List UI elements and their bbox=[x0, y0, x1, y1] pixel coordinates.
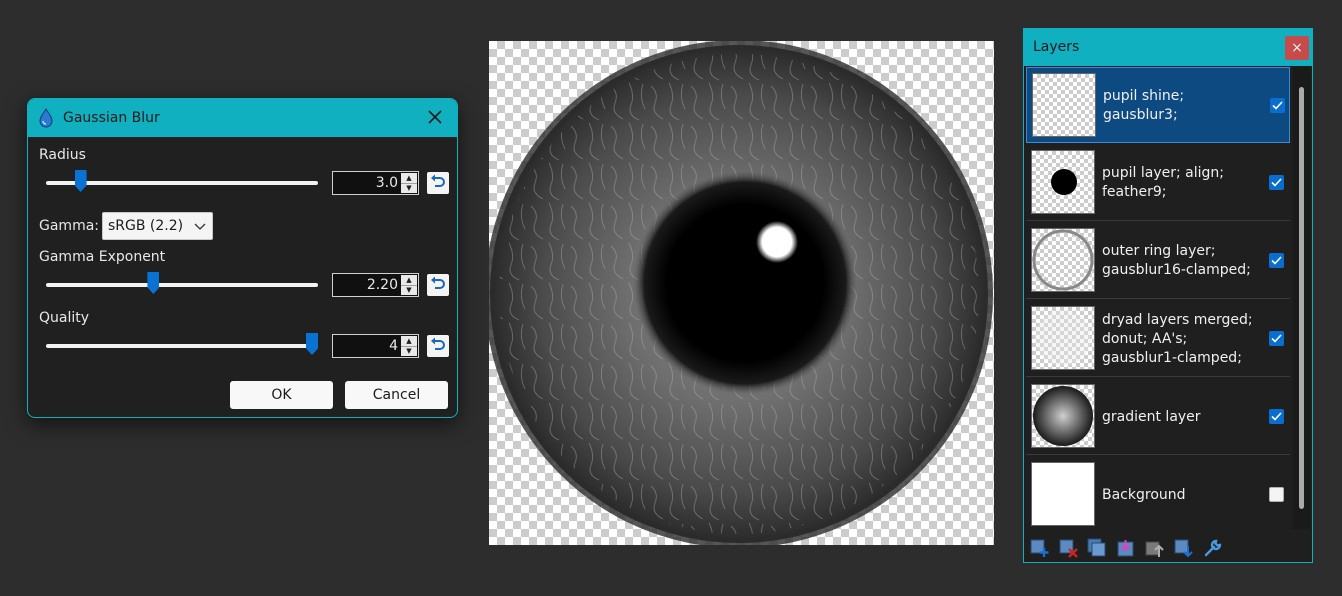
water-drop-icon bbox=[39, 108, 53, 128]
quality-reset-button[interactable] bbox=[427, 335, 449, 357]
layer-item-pupil-layer[interactable]: pupil layer; align; feather9; bbox=[1026, 145, 1290, 221]
layer-thumbnail bbox=[1031, 462, 1095, 526]
layers-titlebar[interactable]: Layers × bbox=[1024, 29, 1312, 66]
cancel-button[interactable]: Cancel bbox=[345, 381, 448, 409]
duplicate-layer-icon[interactable] bbox=[1087, 538, 1107, 558]
layer-thumbnail bbox=[1031, 384, 1095, 448]
layers-close-button[interactable]: × bbox=[1285, 36, 1309, 60]
gamma-label: Gamma: bbox=[39, 218, 99, 234]
layer-item-background[interactable]: Background bbox=[1026, 457, 1290, 533]
layer-name: gradient layer bbox=[1102, 408, 1201, 425]
quality-decrement-button[interactable]: ▼ bbox=[401, 346, 417, 356]
gamma-selected-value: sRGB (2.2) bbox=[108, 218, 184, 234]
layer-visibility-checkbox[interactable] bbox=[1269, 253, 1284, 268]
radius-reset-button[interactable] bbox=[427, 172, 449, 194]
gamma-exponent-value: 2.20 bbox=[366, 277, 398, 293]
checkmark-icon bbox=[1271, 256, 1282, 265]
checkmark-icon bbox=[1271, 334, 1282, 343]
gaussian-blur-dialog: Gaussian Blur Radius 3.0 ▲ ▼ Gamma: sRGB… bbox=[27, 98, 458, 418]
quality-label: Quality bbox=[39, 310, 90, 326]
layer-name: pupil layer; align; feather9; bbox=[1102, 165, 1225, 200]
reset-arrow-icon bbox=[431, 174, 445, 187]
layer-thumbnail bbox=[1031, 306, 1095, 370]
layer-item-dryad-merged[interactable]: dryad layers merged; donut; AA's; gausbl… bbox=[1026, 301, 1290, 377]
layer-thumbnail bbox=[1031, 228, 1095, 292]
chevron-down-icon bbox=[194, 223, 206, 230]
close-icon bbox=[428, 110, 442, 124]
radius-label: Radius bbox=[39, 147, 86, 163]
layers-list: pupil shine; gausblur3; pupil layer; ali… bbox=[1026, 67, 1290, 529]
layer-properties-icon[interactable] bbox=[1203, 538, 1223, 558]
layer-visibility-checkbox[interactable] bbox=[1269, 331, 1284, 346]
layer-item-pupil-shine[interactable]: pupil shine; gausblur3; bbox=[1026, 67, 1290, 143]
layer-visibility-checkbox[interactable] bbox=[1269, 409, 1284, 424]
add-layer-icon[interactable] bbox=[1030, 538, 1050, 558]
delete-layer-icon[interactable] bbox=[1059, 538, 1079, 558]
merge-layer-down-icon[interactable] bbox=[1116, 538, 1136, 558]
reset-arrow-icon bbox=[431, 337, 445, 350]
layers-panel: Layers × pupil shine; gausblur3; pupil l… bbox=[1023, 28, 1313, 563]
gamma-exponent-slider[interactable] bbox=[46, 283, 318, 287]
move-layer-up-icon[interactable] bbox=[1145, 538, 1165, 558]
checkmark-icon bbox=[1271, 412, 1282, 421]
layer-thumbnail bbox=[1032, 73, 1096, 137]
move-layer-down-icon[interactable] bbox=[1174, 538, 1194, 558]
ok-button[interactable]: OK bbox=[230, 381, 333, 409]
gamma-exponent-decrement-button[interactable]: ▼ bbox=[401, 285, 417, 295]
dialog-close-button[interactable] bbox=[425, 107, 445, 127]
layer-thumbnail bbox=[1031, 150, 1095, 214]
gamma-exponent-label: Gamma Exponent bbox=[39, 249, 166, 265]
layers-toolbar bbox=[1024, 531, 1312, 562]
gamma-exponent-reset-button[interactable] bbox=[427, 274, 449, 296]
dialog-titlebar[interactable]: Gaussian Blur bbox=[28, 99, 457, 137]
pupil-shine bbox=[756, 221, 798, 263]
layers-scrollbar-thumb[interactable] bbox=[1299, 87, 1304, 509]
layers-title: Layers bbox=[1033, 39, 1080, 55]
gamma-exponent-spinbox[interactable]: 2.20 ▲ ▼ bbox=[332, 273, 419, 297]
radius-slider[interactable] bbox=[46, 181, 318, 185]
layer-name: outer ring layer; gausblur16-clamped; bbox=[1102, 243, 1251, 278]
layer-name: dryad layers merged; donut; AA's; gausbl… bbox=[1102, 311, 1253, 366]
layer-item-gradient[interactable]: gradient layer bbox=[1026, 379, 1290, 455]
radius-value: 3.0 bbox=[375, 175, 398, 191]
eye-iris-image bbox=[489, 41, 993, 545]
gamma-select[interactable]: sRGB (2.2) bbox=[102, 212, 213, 240]
checkmark-icon bbox=[1272, 101, 1283, 110]
layer-visibility-checkbox[interactable] bbox=[1269, 487, 1284, 502]
image-canvas[interactable] bbox=[489, 41, 994, 545]
dialog-title: Gaussian Blur bbox=[63, 110, 160, 126]
layer-name: pupil shine; gausblur3; bbox=[1103, 88, 1185, 123]
quality-slider-thumb[interactable] bbox=[306, 333, 318, 355]
layer-visibility-checkbox[interactable] bbox=[1270, 98, 1285, 113]
layers-scrollbar[interactable] bbox=[1293, 67, 1310, 529]
quality-slider[interactable] bbox=[46, 344, 318, 348]
quality-spinbox[interactable]: 4 ▲ ▼ bbox=[332, 334, 419, 358]
quality-value: 4 bbox=[389, 338, 398, 354]
layer-name: Background bbox=[1102, 486, 1186, 503]
radius-spinbox[interactable]: 3.0 ▲ ▼ bbox=[332, 171, 419, 195]
reset-arrow-icon bbox=[431, 276, 445, 289]
pupil-circle bbox=[633, 171, 857, 395]
gamma-exponent-slider-thumb[interactable] bbox=[147, 272, 160, 294]
layer-item-outer-ring[interactable]: outer ring layer; gausblur16-clamped; bbox=[1026, 223, 1290, 299]
checkmark-icon bbox=[1271, 178, 1282, 187]
radius-slider-thumb[interactable] bbox=[74, 170, 87, 192]
radius-decrement-button[interactable]: ▼ bbox=[401, 183, 417, 193]
layer-visibility-checkbox[interactable] bbox=[1269, 175, 1284, 190]
